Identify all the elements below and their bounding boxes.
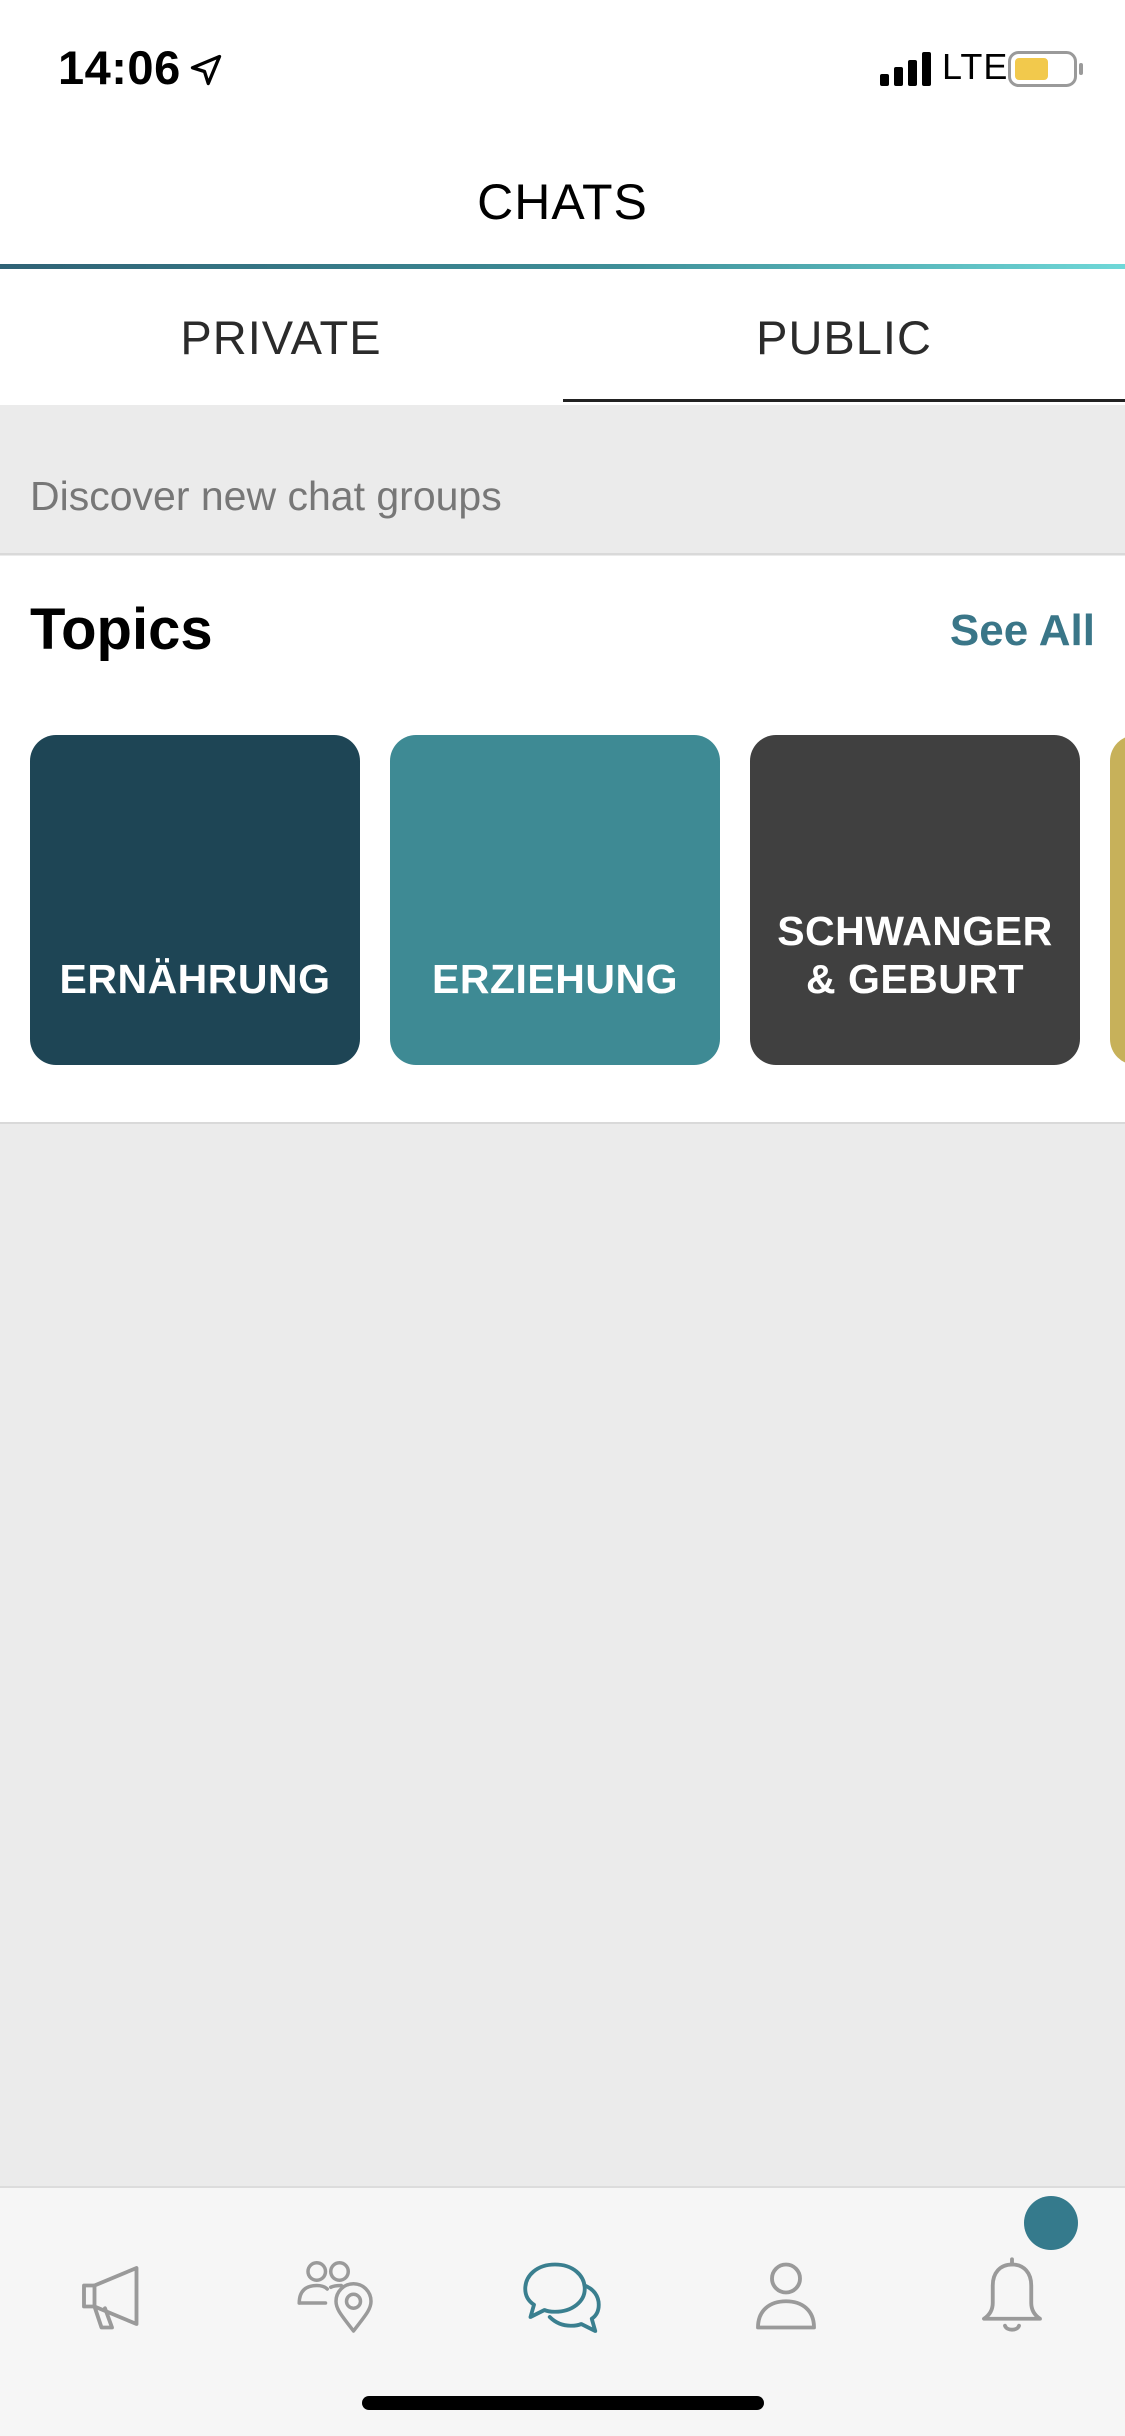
nav-notifications-button[interactable] [952,2236,1072,2356]
battery-icon [1008,51,1083,87]
topics-title: Topics [30,597,213,662]
status-bar: 14:06 LTE [0,0,1125,135]
topic-card-label: ERNÄHRUNG [59,956,331,1002]
tab-private[interactable]: PRIVATE [0,269,562,405]
nav-chats-button[interactable] [502,2236,622,2356]
discover-banner: Discover new chat groups [0,405,1125,555]
tab-public[interactable]: PUBLIC [563,269,1125,405]
nav-nearby-button[interactable] [276,2236,396,2356]
signal-bars-icon [880,52,931,86]
topic-card-ernaehrung[interactable]: ERNÄHRUNG [30,735,360,1065]
topic-card-erziehung[interactable]: ERZIEHUNG [390,735,720,1065]
nav-profile-button[interactable] [726,2236,846,2356]
status-time: 14:06 [58,41,181,94]
home-indicator [362,2396,764,2410]
nav-news-button[interactable] [52,2236,172,2356]
network-type: LTE [942,46,1009,87]
chat-bubbles-icon [523,2262,601,2333]
topic-card-partial[interactable] [1110,735,1125,1065]
megaphone-icon [82,2266,139,2330]
location-arrow-icon [190,54,222,86]
topic-card-label: ERZIEHUNG [432,956,678,1002]
topic-card-label: SCHWANGER & GEBURT [777,908,1053,1002]
topics-section: Topics See All ERNÄHRUNG ERZIEHUNG SCHWA… [0,556,1125,1124]
people-location-icon [297,2261,373,2333]
page-title: CHATS [477,174,648,230]
see-all-link[interactable]: See All [950,606,1095,656]
bell-icon [982,2257,1042,2332]
discover-text: Discover new chat groups [30,473,502,519]
tab-selected-indicator [563,399,1125,402]
notification-badge [1024,2196,1078,2250]
chat-tabs: PRIVATE PUBLIC [0,269,1125,405]
person-icon [756,2262,816,2330]
nav-header: CHATS [0,135,1125,265]
topic-card-schwanger-geburt[interactable]: SCHWANGER & GEBURT [750,735,1080,1065]
